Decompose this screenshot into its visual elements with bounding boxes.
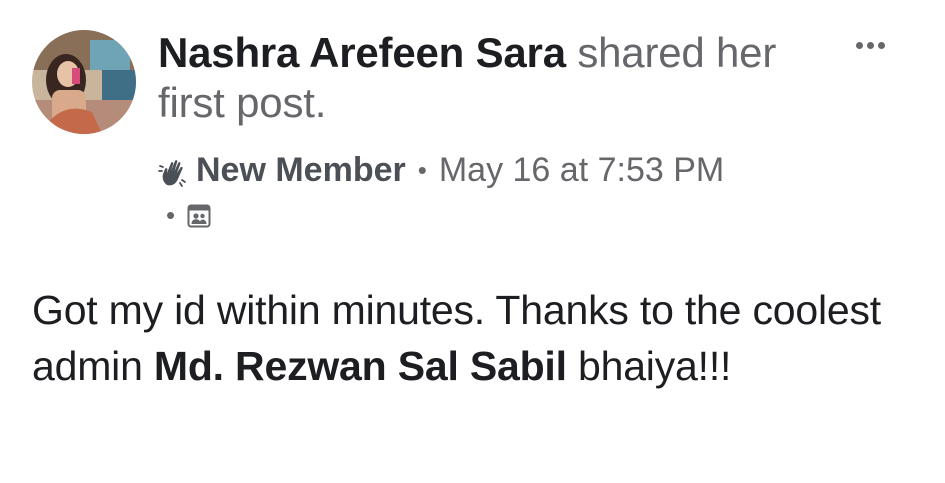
post-headline: Nashra Arefeen Sara shared her first pos… (158, 28, 798, 128)
post-meta: New Member • May 16 at 7:53 PM (158, 148, 724, 192)
badge-label[interactable]: New Member (196, 148, 406, 192)
privacy-row: • (166, 200, 211, 231)
body-text-end: bhaiya!!! (566, 343, 732, 389)
avatar[interactable] (32, 30, 136, 134)
post-timestamp[interactable]: May 16 at 7:53 PM (439, 148, 724, 192)
post-body: Got my id within minutes. Thanks to the … (32, 282, 912, 394)
meta-separator: • (417, 155, 427, 185)
more-options-button[interactable] (846, 30, 894, 60)
privacy-separator: • (166, 200, 176, 230)
author-name[interactable]: Nashra Arefeen Sara (158, 29, 566, 76)
post-card: Nashra Arefeen Sara shared her first pos… (0, 0, 945, 483)
more-options-icon (855, 41, 863, 49)
mention-link[interactable]: Md. Rezwan Sal Sabil (154, 343, 567, 389)
wave-icon (158, 155, 188, 187)
group-icon[interactable] (187, 204, 211, 228)
